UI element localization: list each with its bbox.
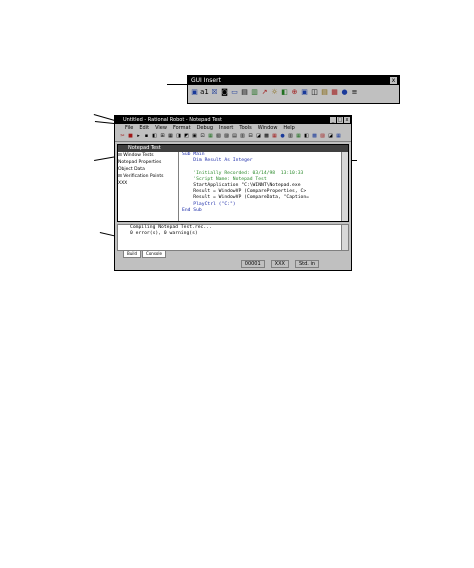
- toolbar-icon[interactable]: ◪: [255, 132, 262, 140]
- toolbar-icon[interactable]: ▪: [143, 132, 150, 140]
- main-titlebar[interactable]: Untitled - Rational Robot - Notepad Test…: [115, 116, 351, 124]
- menu-debug[interactable]: Debug: [197, 124, 213, 132]
- toolbar-icon[interactable]: ⊞: [159, 132, 166, 140]
- menu-help[interactable]: Help: [283, 124, 294, 132]
- tree-item[interactable]: ⊟ Verification Points: [118, 173, 178, 180]
- status-bar: 00001 XXX Std. in: [117, 259, 349, 268]
- menu-tools[interactable]: Tools: [239, 124, 251, 132]
- menu-format[interactable]: Format: [173, 124, 191, 132]
- gui-insert-toolbar: GUI Insert x ▣ a1 ☒ ◙ ▭ ▤ ▥ ↗ ☼ ◧ ⊕ ▣ ◫ …: [187, 75, 400, 104]
- main-toolbar: ✂ ■ ▸ ▪ ◧ ⊞ ▦ ◨ ◩ ▣ ⊡ ▦ ▧ ▨ ▤ ▥ ⊟ ◪ ▩ ▦ …: [115, 132, 351, 142]
- toolbar-icon[interactable]: ⊟: [247, 132, 254, 140]
- maximize-button[interactable]: □: [337, 117, 343, 123]
- code-line: Dim Result As Integer: [182, 158, 253, 164]
- toolbar-icon[interactable]: ●: [279, 132, 286, 140]
- close-icon[interactable]: x: [390, 77, 397, 84]
- robot-main-window: Untitled - Rational Robot - Notepad Test…: [114, 115, 352, 271]
- toolbar-icon[interactable]: ☒: [210, 87, 219, 98]
- toolbar-icon[interactable]: ◧: [303, 132, 310, 140]
- toolbar-icon[interactable]: ▦: [167, 132, 174, 140]
- script-child-window: Notepad Test ⊟ Window Tests Notepad Prop…: [117, 144, 349, 222]
- toolbar-icon[interactable]: ≡: [350, 87, 359, 98]
- code-line: Result = WindowVP (CompareProperties, C>: [182, 189, 307, 195]
- toolbar-icon[interactable]: ▣: [300, 87, 309, 98]
- toolbar-icon[interactable]: ▤: [240, 87, 249, 98]
- toolbar-icon[interactable]: ↗: [260, 87, 269, 98]
- menu-window[interactable]: Window: [258, 124, 278, 132]
- toolbar-icon[interactable]: ▸: [135, 132, 142, 140]
- code-line: End Sub: [182, 207, 202, 213]
- script-editor[interactable]: Sub Main Dim Result As Integer 'Initiall…: [180, 152, 344, 221]
- toolbar-icon[interactable]: ◪: [327, 132, 334, 140]
- toolbar-icon[interactable]: ▦: [271, 132, 278, 140]
- toolbar-icon[interactable]: ▣: [191, 132, 198, 140]
- menu-bar: File Edit View Format Debug Insert Tools…: [115, 124, 351, 132]
- toolbar-icon[interactable]: ◧: [151, 132, 158, 140]
- output-line: 0 error(s), 0 warning(s): [130, 231, 198, 236]
- menu-edit[interactable]: Edit: [139, 124, 149, 132]
- gui-insert-title: GUI Insert: [191, 77, 221, 84]
- menu-file[interactable]: File: [125, 124, 133, 132]
- toolbar-icon[interactable]: ◫: [310, 87, 319, 98]
- child-titlebar[interactable]: Notepad Test: [118, 145, 348, 152]
- toolbar-icon[interactable]: ◧: [280, 87, 289, 98]
- gui-insert-titlebar[interactable]: GUI Insert x: [188, 76, 399, 85]
- code-line: Result = WindowVP (CompareData, "Caption…: [182, 195, 309, 201]
- code-line: 'Initially Recorded: 03/14/98 13:10:33: [182, 170, 304, 176]
- toolbar-icon[interactable]: ▦: [335, 132, 342, 140]
- code-line: 'Script Name: Notepad Test: [182, 176, 267, 182]
- tree-item[interactable]: XXX: [118, 180, 178, 187]
- toolbar-icon[interactable]: ◩: [183, 132, 190, 140]
- toolbar-icon[interactable]: ▩: [311, 132, 318, 140]
- tree-item[interactable]: Object Data: [118, 166, 178, 173]
- menu-view[interactable]: View: [155, 124, 167, 132]
- tab-build[interactable]: Build: [123, 251, 142, 258]
- toolbar-icon[interactable]: ▩: [263, 132, 270, 140]
- toolbar-icon[interactable]: ▦: [330, 87, 339, 98]
- toolbar-icon[interactable]: ▦: [207, 132, 214, 140]
- toolbar-icon[interactable]: ✂: [119, 132, 126, 140]
- menu-insert[interactable]: Insert: [219, 124, 233, 132]
- close-button[interactable]: x: [344, 117, 350, 123]
- toolbar-icon[interactable]: ▥: [239, 132, 246, 140]
- asset-tree: ⊟ Window Tests Notepad Properties Object…: [118, 152, 179, 221]
- toolbar-icon[interactable]: ▥: [287, 132, 294, 140]
- minimize-button[interactable]: _: [330, 117, 336, 123]
- toolbar-icon[interactable]: ▨: [223, 132, 230, 140]
- toolbar-icon[interactable]: ●: [340, 87, 349, 98]
- toolbar-icon[interactable]: a1: [200, 87, 209, 98]
- status-field: Std. in: [294, 260, 319, 268]
- toolbar-icon[interactable]: ▤: [231, 132, 238, 140]
- editor-scrollbar[interactable]: [341, 152, 348, 221]
- toolbar-icon[interactable]: ■: [127, 132, 134, 140]
- toolbar-icon[interactable]: ☼: [270, 87, 279, 98]
- toolbar-icon[interactable]: ◙: [220, 87, 229, 98]
- callout-line: [167, 84, 187, 85]
- tree-item[interactable]: ⊟ Window Tests: [118, 152, 178, 159]
- toolbar-icon[interactable]: ▧: [215, 132, 222, 140]
- status-field: XXX: [270, 260, 289, 268]
- toolbar-icon[interactable]: ▨: [319, 132, 326, 140]
- tab-console[interactable]: Console: [142, 251, 166, 258]
- toolbar-icon[interactable]: ▣: [190, 87, 199, 98]
- toolbar-icon[interactable]: ⊡: [199, 132, 206, 140]
- output-tabs: Build Console: [123, 251, 166, 258]
- child-window-title: Notepad Test: [128, 145, 161, 151]
- toolbar-icon[interactable]: ⊕: [290, 87, 299, 98]
- toolbar-icon[interactable]: ▦: [295, 132, 302, 140]
- code-line: StartApplication "C:\WINNT\Notepad.exe: [182, 183, 301, 189]
- toolbar-icon[interactable]: ▥: [250, 87, 259, 98]
- main-window-title: Untitled - Rational Robot - Notepad Test: [123, 117, 222, 123]
- status-field: 00001: [240, 260, 265, 268]
- code-line: PlayCtrl ("C:"): [182, 201, 236, 207]
- output-line: Compiling Notepad Test.rec...: [130, 225, 212, 230]
- output-pane: Compiling Notepad Test.rec... 0 error(s)…: [117, 224, 349, 251]
- output-scrollbar[interactable]: [341, 225, 348, 250]
- code-line: Sub Main: [182, 152, 205, 157]
- toolbar-icon[interactable]: ◨: [175, 132, 182, 140]
- gui-insert-icon-row: ▣ a1 ☒ ◙ ▭ ▤ ▥ ↗ ☼ ◧ ⊕ ▣ ◫ ▤ ▦ ● ≡: [188, 85, 399, 100]
- toolbar-icon[interactable]: ▤: [320, 87, 329, 98]
- tree-item[interactable]: Notepad Properties: [118, 159, 178, 166]
- toolbar-icon[interactable]: ▭: [230, 87, 239, 98]
